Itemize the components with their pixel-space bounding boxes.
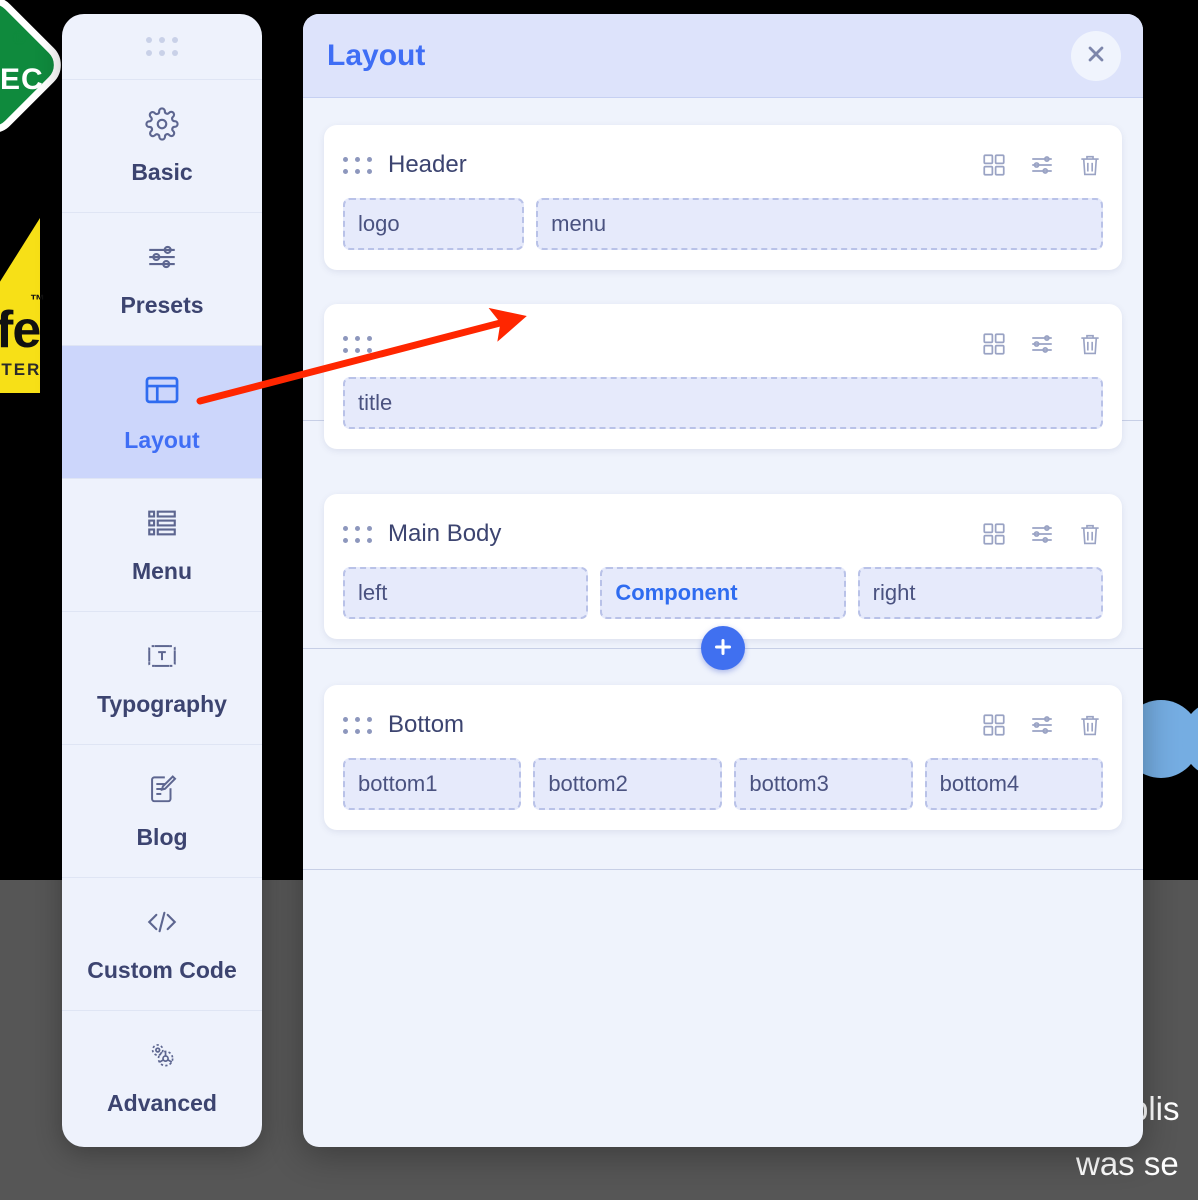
trash-icon[interactable] [1077, 712, 1103, 738]
plus-icon [711, 635, 735, 662]
section-actions [981, 521, 1103, 547]
gears-icon [145, 1038, 179, 1077]
sliders-icon [145, 240, 179, 279]
section-slot-row: logo menu [343, 198, 1103, 250]
code-brackets-icon [143, 905, 181, 944]
section-header-bar: Bottom [343, 702, 1103, 748]
gear-icon [145, 106, 179, 146]
list-icon [145, 506, 179, 545]
layout-slot[interactable]: bottom3 [734, 758, 913, 810]
sidebar-item-label: Layout [124, 426, 200, 453]
grid-icon[interactable] [981, 331, 1007, 357]
page-title: Layout [327, 38, 426, 72]
settings-sidebar: Basic Presets Layout Menu Typography Blo… [62, 14, 262, 1147]
section-divider-3 [303, 869, 1143, 870]
section-actions [981, 712, 1103, 738]
section-drag-handle-icon[interactable] [343, 716, 372, 734]
layout-slot-component[interactable]: Component [600, 567, 846, 619]
section-drag-handle-icon[interactable] [343, 156, 372, 174]
sliders-icon[interactable] [1029, 152, 1055, 178]
layout-slot[interactable]: title [343, 377, 1103, 429]
layout-slot[interactable]: bottom2 [533, 758, 723, 810]
sidebar-item-label: Blog [136, 823, 188, 850]
sidebar-item-label: Menu [131, 557, 193, 584]
section-drag-handle-icon[interactable] [343, 335, 372, 353]
sidebar-item-label: Advanced [107, 1090, 217, 1116]
section-title: Header [388, 151, 467, 178]
sliders-icon[interactable] [1029, 521, 1055, 547]
dialog-body: Header logo menu title Main Body left Co… [303, 98, 1143, 1147]
grid-icon[interactable] [981, 712, 1007, 738]
screen-root: ® EC ™ fe STER blis was se Basic [0, 0, 1198, 1200]
grid-icon[interactable] [981, 152, 1007, 178]
layout-slot[interactable]: logo [343, 198, 525, 250]
layout-section-header: Header logo menu [324, 125, 1122, 270]
sidebar-item-advanced[interactable]: Advanced [62, 1011, 262, 1144]
sliders-icon[interactable] [1029, 331, 1055, 357]
sidebar-item-typography[interactable]: Typography [62, 612, 262, 745]
section-header-bar [343, 321, 1103, 367]
sidebar-item-blog[interactable]: Blog [62, 745, 262, 878]
layout-section-main-body: Main Body left Component right [324, 494, 1122, 639]
text-box-icon [145, 639, 179, 678]
section-slot-row: left Component right [343, 567, 1103, 619]
dialog-header: Layout [303, 14, 1143, 98]
sidebar-item-layout[interactable]: Layout [62, 346, 262, 479]
layout-icon [143, 371, 181, 414]
sidebar-drag-handle[interactable] [62, 14, 262, 80]
layout-slot[interactable]: bottom4 [924, 758, 1103, 810]
sliders-icon[interactable] [1029, 712, 1055, 738]
section-title: Bottom [388, 711, 465, 738]
close-button[interactable] [1071, 30, 1121, 81]
sidebar-item-basic[interactable]: Basic [62, 80, 262, 213]
layout-slot[interactable]: right [857, 567, 1103, 619]
section-actions [981, 152, 1103, 178]
document-edit-icon [145, 772, 179, 811]
green-badge-label: EC [0, 63, 44, 96]
trash-icon[interactable] [1077, 152, 1103, 178]
yellow-badge-sublabel: STER [0, 360, 42, 379]
sidebar-item-label: Custom Code [87, 956, 237, 983]
layout-slot[interactable]: bottom1 [343, 758, 522, 810]
section-slot-row: bottom1 bottom2 bottom3 bottom4 [343, 758, 1103, 810]
layout-dialog: Layout Header logo menu title Main Body … [303, 14, 1143, 1147]
section-header-bar: Header [343, 142, 1103, 188]
sidebar-item-custom-code[interactable]: Custom Code [62, 878, 262, 1011]
grid-icon[interactable] [981, 521, 1007, 547]
sidebar-item-label: Typography [97, 690, 227, 717]
drag-handle-dots-icon [146, 37, 178, 56]
sidebar-item-label: Presets [120, 291, 204, 318]
section-actions [981, 331, 1103, 357]
add-section-button[interactable] [701, 626, 745, 670]
background-text-line-2: was se [1076, 1145, 1179, 1182]
sidebar-item-menu[interactable]: Menu [62, 479, 262, 612]
layout-slot[interactable]: menu [536, 198, 1103, 250]
yellow-badge-label: fe [0, 301, 41, 359]
sidebar-item-label: Basic [131, 158, 193, 185]
trash-icon[interactable] [1077, 331, 1103, 357]
trash-icon[interactable] [1077, 521, 1103, 547]
section-slot-row: title [343, 377, 1103, 429]
layout-slot[interactable]: left [343, 567, 589, 619]
registered-mark: ® [12, 28, 27, 50]
layout-section-bottom: Bottom bottom1 bottom2 bottom3 bottom4 [324, 685, 1122, 830]
layout-section-untitled: title [324, 304, 1122, 449]
section-drag-handle-icon[interactable] [343, 525, 372, 543]
section-header-bar: Main Body [343, 511, 1103, 557]
section-title: Main Body [388, 520, 502, 547]
sidebar-item-presets[interactable]: Presets [62, 213, 262, 346]
close-icon [1083, 41, 1109, 70]
